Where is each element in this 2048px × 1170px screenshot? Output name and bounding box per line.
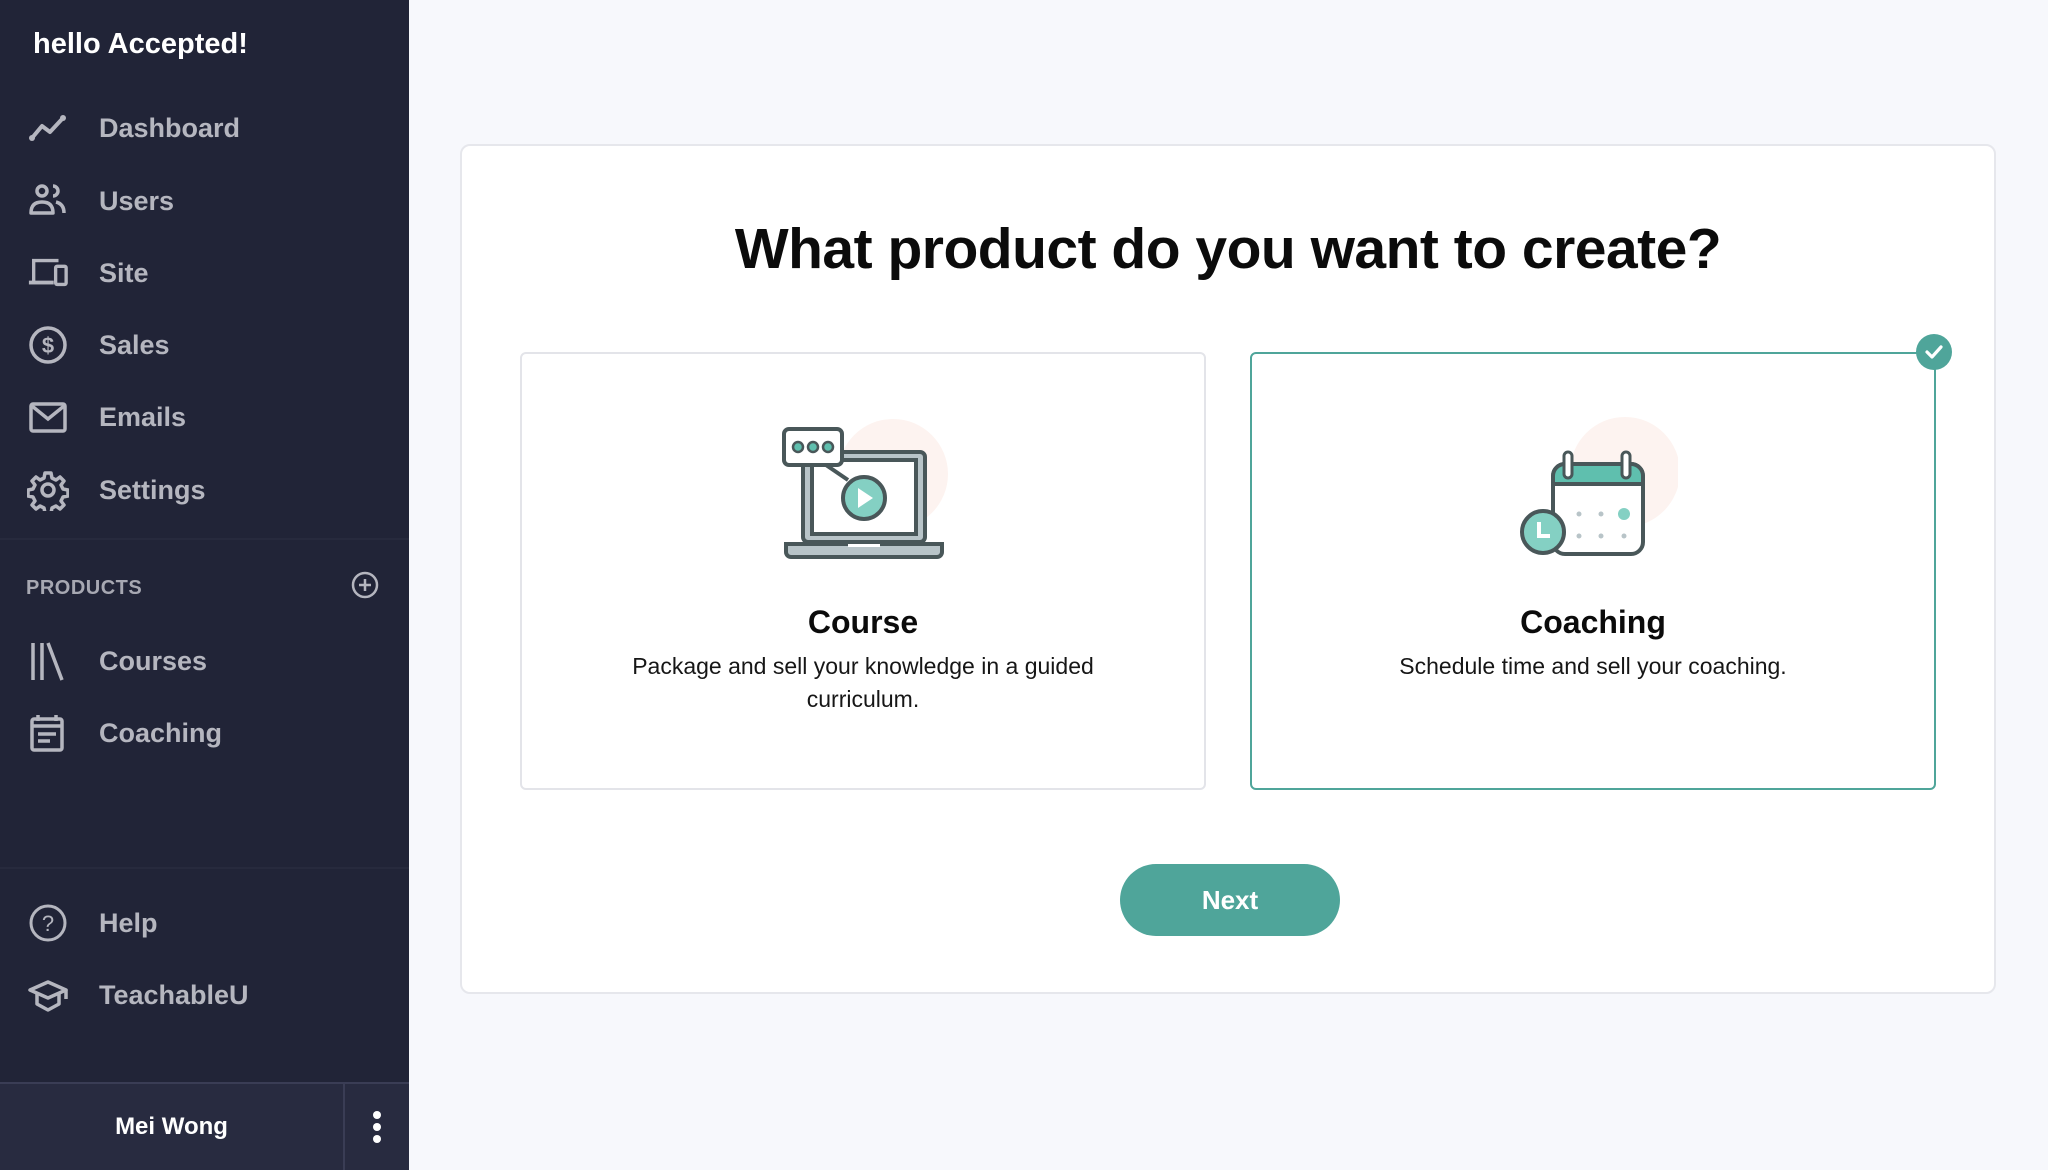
- library-icon: [27, 640, 69, 682]
- sidebar-item-emails[interactable]: Emails: [0, 389, 409, 445]
- option-description: Package and sell your knowledge in a gui…: [632, 653, 1094, 712]
- graduation-cap-icon: [27, 974, 69, 1016]
- sidebar-item-label: Users: [99, 185, 175, 216]
- sidebar-item-site[interactable]: Site: [0, 245, 409, 301]
- question-circle-icon: ?: [27, 902, 69, 944]
- calendar-icon: [27, 712, 69, 754]
- option-title: Course: [807, 604, 919, 640]
- sidebar-item-teachableu[interactable]: TeachableU: [0, 967, 409, 1023]
- sidebar-item-label: Dashboard: [99, 112, 241, 143]
- sidebar: hello Accepted! Dashboard Users Site $ S…: [0, 0, 409, 1170]
- sidebar-item-label: Sales: [99, 329, 170, 360]
- gear-icon: [27, 469, 69, 511]
- sidebar-item-help[interactable]: ? Help: [0, 895, 409, 951]
- option-title: Coaching: [1520, 604, 1666, 640]
- sidebar-item-label: Site: [99, 257, 149, 288]
- selected-check-icon: [1916, 334, 1952, 370]
- svg-text:$: $: [42, 333, 54, 358]
- user-name[interactable]: Mei Wong: [0, 1084, 343, 1170]
- sidebar-divider: [0, 538, 409, 540]
- sidebar-divider: [0, 867, 409, 869]
- product-selection-panel: What product do you want to create? Cour…: [460, 144, 1996, 994]
- devices-icon: [27, 252, 69, 294]
- sidebar-item-sales[interactable]: $ Sales: [0, 317, 409, 373]
- sidebar-item-dashboard[interactable]: Dashboard: [0, 100, 409, 156]
- sidebar-item-courses[interactable]: Courses: [0, 633, 409, 689]
- svg-text:?: ?: [42, 911, 54, 936]
- sidebar-item-settings[interactable]: Settings: [0, 462, 409, 518]
- envelope-icon: [27, 396, 69, 438]
- sidebar-item-label: Emails: [99, 401, 187, 432]
- sidebar-item-coaching[interactable]: Coaching: [0, 705, 409, 761]
- chart-line-icon: [27, 107, 69, 149]
- product-option-coaching[interactable]: Coaching Schedule time and sell your coa…: [1250, 352, 1936, 790]
- user-bar: Mei Wong: [0, 1082, 409, 1170]
- greeting: hello Accepted!: [33, 28, 248, 60]
- sidebar-item-label: Courses: [99, 645, 208, 676]
- plus-circle-icon[interactable]: [350, 570, 380, 600]
- sidebar-item-label: TeachableU: [99, 979, 249, 1010]
- users-icon: [27, 180, 69, 222]
- dollar-circle-icon: $: [27, 324, 69, 366]
- sidebar-item-label: Help: [99, 907, 158, 938]
- laptop-video-icon: [522, 414, 1204, 574]
- sidebar-item-label: Coaching: [99, 717, 223, 748]
- product-option-course[interactable]: Course Package and sell your knowledge i…: [520, 352, 1206, 790]
- sidebar-item-users[interactable]: Users: [0, 173, 409, 229]
- next-button[interactable]: Next: [1120, 864, 1340, 936]
- calendar-clock-icon: [1252, 414, 1934, 574]
- option-description: Schedule time and sell your coaching.: [1399, 653, 1787, 679]
- products-section-label: PRODUCTS: [26, 577, 143, 599]
- page-title: What product do you want to create?: [734, 217, 1722, 281]
- kebab-menu-icon[interactable]: [345, 1084, 409, 1170]
- sidebar-item-label: Settings: [99, 474, 206, 505]
